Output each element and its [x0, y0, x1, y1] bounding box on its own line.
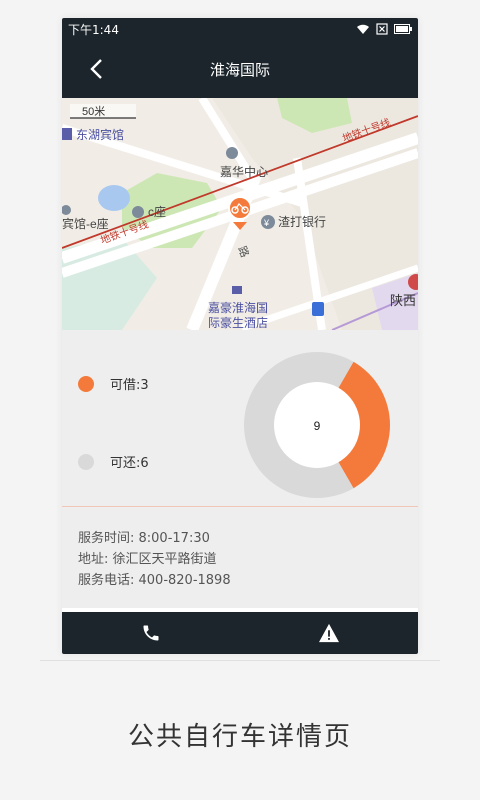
poi-donghu[interactable]: 东湖宾馆 — [76, 127, 124, 142]
battery-icon — [394, 24, 412, 34]
pond — [98, 185, 130, 211]
availability-donut-chart: 9 — [244, 352, 390, 498]
bank-icon: ¥ — [263, 218, 270, 228]
return-label: 可还:6 — [110, 456, 149, 471]
borrow-dot — [78, 375, 94, 392]
borrow-label: 可借:3 — [110, 378, 149, 393]
service-hours: 服务时间: 8:00-17:30 — [78, 531, 210, 546]
legend-return: 可还:6 — [78, 452, 149, 471]
status-bar: 下午1:44 — [62, 18, 418, 40]
phone-screen: 下午1:44 淮海国际 50米 东湖宾馆 嘉华中心 宾馆-e座 c座 ¥ 渣打银… — [62, 18, 418, 654]
station-address: 地址: 徐汇区天平路街道 — [78, 552, 217, 567]
phone-icon — [143, 625, 159, 641]
poi-hotel-line2[interactable]: 际豪生酒店 — [208, 315, 268, 330]
status-time: 下午1:44 — [68, 22, 119, 37]
report-button[interactable] — [240, 612, 418, 654]
status-icons — [356, 23, 412, 35]
header-bar: 淮海国际 — [62, 40, 418, 98]
back-button[interactable] — [82, 55, 110, 83]
call-button[interactable] — [62, 612, 240, 654]
page-title: 淮海国际 — [209, 60, 270, 79]
donut-total: 9 — [314, 419, 321, 433]
divider — [62, 506, 418, 507]
bus-stop-icon — [312, 302, 324, 316]
poi-cseat[interactable]: c座 — [148, 204, 166, 219]
bottom-action-bar — [62, 612, 418, 654]
poi-eseat[interactable]: 宾馆-e座 — [62, 216, 109, 231]
station-info-panel: 可借:3 可还:6 9 服务时间: 8:00-17:30 地址: 徐汇区天平路街… — [62, 330, 418, 608]
poi-bank[interactable]: 渣打银行 — [278, 215, 326, 229]
poi-jiahua[interactable]: 嘉华中心 — [220, 164, 268, 179]
legend-borrow: 可借:3 — [78, 374, 149, 393]
poi-shaanxi[interactable]: 陕西 — [390, 293, 416, 308]
service-phone[interactable]: 服务电话: 400-820-1898 — [78, 570, 231, 591]
station-details: 服务时间: 8:00-17:30 地址: 徐汇区天平路街道 服务电话: 400-… — [78, 528, 231, 591]
wifi-icon — [357, 24, 369, 34]
screen-caption: 公共自行车详情页 — [127, 722, 352, 752]
map-canvas[interactable]: 50米 东湖宾馆 嘉华中心 宾馆-e座 c座 ¥ 渣打银行 嘉豪淮海国 际豪生酒… — [62, 98, 418, 330]
screen-shadow — [40, 660, 440, 661]
return-dot — [78, 453, 94, 470]
sim-icon — [376, 23, 388, 35]
map-view[interactable]: 50米 东湖宾馆 嘉华中心 宾馆-e座 c座 ¥ 渣打银行 嘉豪淮海国 际豪生酒… — [62, 98, 418, 330]
warning-icon — [319, 623, 339, 643]
chevron-left-icon — [90, 59, 102, 79]
map-scale: 50米 — [82, 105, 105, 118]
poi-hotel-line1[interactable]: 嘉豪淮海国 — [208, 300, 268, 315]
